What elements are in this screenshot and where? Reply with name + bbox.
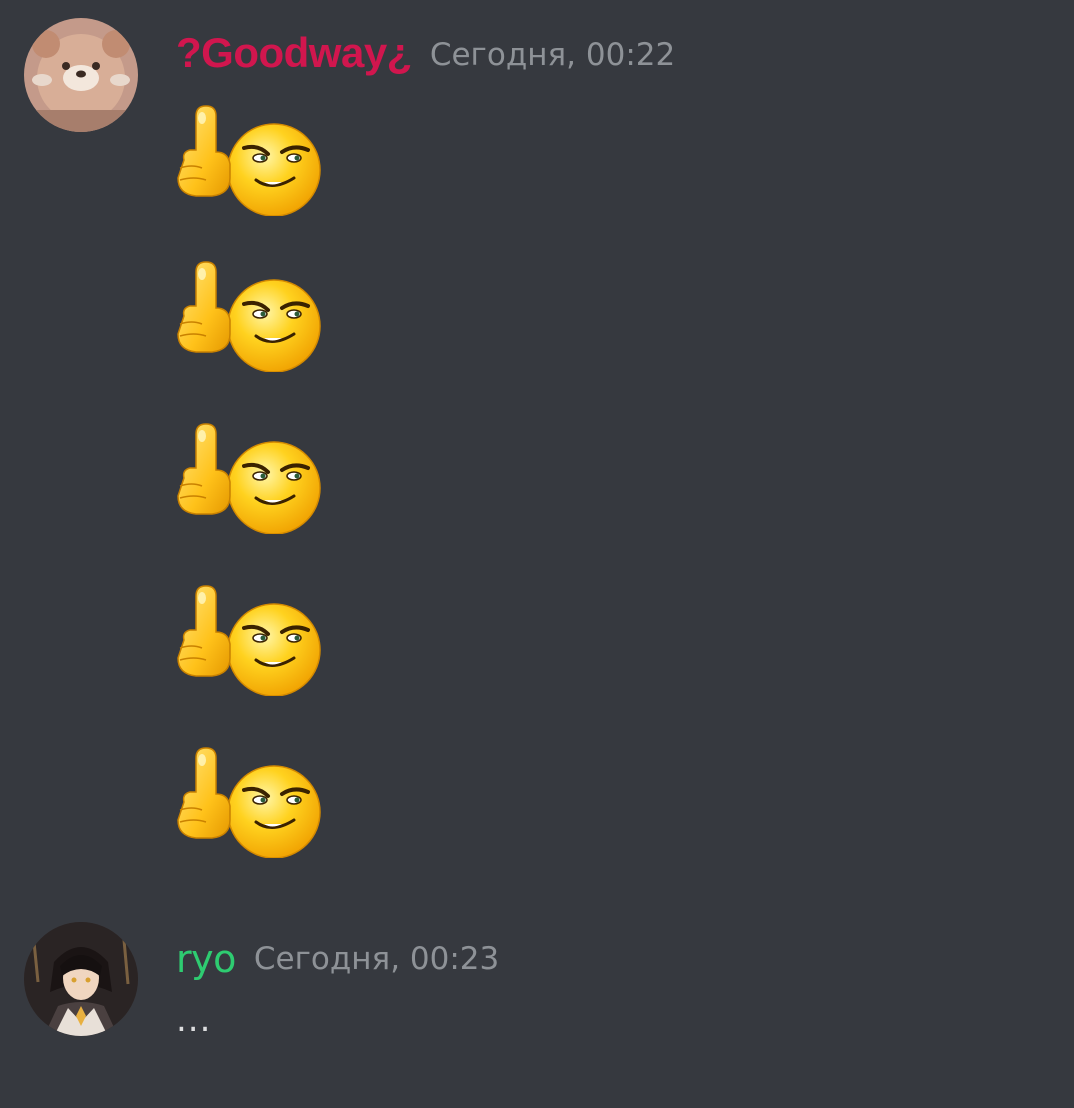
middle-finger-smirk-emoji-icon[interactable]: [172, 422, 322, 534]
middle-finger-smirk-emoji-icon[interactable]: [172, 260, 322, 372]
timestamp: Сегодня, 00:22: [429, 37, 676, 73]
username[interactable]: ryo: [176, 937, 236, 981]
bear-avatar-icon: [24, 18, 138, 132]
anime-character-avatar-icon: [24, 922, 138, 1036]
message-text: ...: [176, 1000, 212, 1040]
user-avatar-ryo[interactable]: [24, 922, 138, 1036]
message-header: ?Goodway¿ Сегодня, 00:22: [176, 30, 675, 85]
timestamp: Сегодня, 00:23: [253, 941, 500, 977]
middle-finger-smirk-emoji-icon[interactable]: [172, 584, 322, 696]
middle-finger-smirk-emoji-icon[interactable]: [172, 746, 322, 858]
message-header: ryo Сегодня, 00:23: [176, 936, 499, 990]
user-avatar-goodway[interactable]: [24, 18, 138, 132]
username[interactable]: ?Goodway¿: [176, 29, 412, 76]
chat-log: ?Goodway¿ Сегодня, 00:22 ryo Сегодня, 00…: [0, 0, 1074, 1108]
middle-finger-smirk-emoji-icon[interactable]: [172, 104, 322, 216]
